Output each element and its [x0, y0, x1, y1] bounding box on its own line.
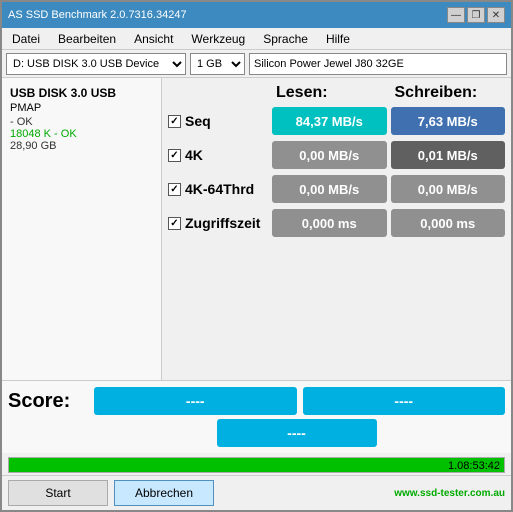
seq-read-value: 84,37 MB/s: [272, 107, 387, 135]
progress-bar-inner: [9, 458, 504, 472]
score-read-value: ----: [94, 387, 297, 415]
restore-button[interactable]: ❐: [467, 7, 485, 23]
menu-datei[interactable]: Datei: [8, 31, 44, 47]
score-total-row: ----: [8, 419, 505, 447]
score-label: Score:: [8, 390, 88, 413]
score-write-value: ----: [303, 387, 506, 415]
status-ok: - OK: [10, 116, 153, 128]
score-section: Score: ---- ---- ----: [2, 380, 511, 453]
title-bar: AS SSD Benchmark 2.0.7316.34247 — ❐ ✕: [2, 2, 511, 28]
menu-werkzeug[interactable]: Werkzeug: [187, 31, 249, 47]
menu-hilfe[interactable]: Hilfe: [322, 31, 354, 47]
results-panel: Lesen: Schreiben: ✓ Seq 84,37 MB/s 7,63 …: [162, 78, 511, 380]
size-select[interactable]: 1 GB: [190, 53, 245, 75]
4k-row: ✓ 4K 0,00 MB/s 0,01 MB/s: [168, 140, 505, 170]
device-label: Silicon Power Jewel J80 32GE: [249, 53, 507, 75]
window-controls: — ❐ ✕: [447, 7, 505, 23]
read-header: Lesen:: [272, 84, 387, 102]
close-button[interactable]: ✕: [487, 7, 505, 23]
seq-label: ✓ Seq: [168, 113, 268, 129]
4k-read-value: 0,00 MB/s: [272, 141, 387, 169]
access-label: ✓ Zugriffszeit: [168, 215, 268, 231]
score-row: Score: ---- ----: [8, 387, 505, 415]
header-spacer: [168, 84, 268, 102]
progress-time: 1.08:53:42: [448, 458, 500, 474]
access-read-value: 0,000 ms: [272, 209, 387, 237]
4k64-read-value: 0,00 MB/s: [272, 175, 387, 203]
results-header: Lesen: Schreiben:: [168, 84, 505, 102]
toolbar: D: USB DISK 3.0 USB Device 1 GB Silicon …: [2, 50, 511, 78]
seq-checkbox[interactable]: ✓: [168, 115, 181, 128]
pmap-label: PMAP: [10, 102, 153, 114]
minimize-button[interactable]: —: [447, 7, 465, 23]
4k-write-value: 0,01 MB/s: [391, 141, 506, 169]
bottom-buttons: Start Abbrechen: [8, 480, 214, 506]
progress-section: 1.08:53:42: [2, 453, 511, 475]
access-row: ✓ Zugriffszeit 0,000 ms 0,000 ms: [168, 208, 505, 238]
left-panel: USB DISK 3.0 USB PMAP - OK 18048 K - OK …: [2, 78, 162, 380]
write-header: Schreiben:: [391, 84, 506, 102]
drive-select[interactable]: D: USB DISK 3.0 USB Device: [6, 53, 186, 75]
watermark: www.ssd-tester.com.au: [394, 488, 505, 499]
cancel-button[interactable]: Abbrechen: [114, 480, 214, 506]
menu-bearbeiten[interactable]: Bearbeiten: [54, 31, 120, 47]
device-name: USB DISK 3.0 USB: [10, 86, 153, 100]
4k64-label: ✓ 4K-64Thrd: [168, 181, 268, 197]
4k64-row: ✓ 4K-64Thrd 0,00 MB/s 0,00 MB/s: [168, 174, 505, 204]
menu-sprache[interactable]: Sprache: [259, 31, 312, 47]
main-content: USB DISK 3.0 USB PMAP - OK 18048 K - OK …: [2, 78, 511, 380]
window-title: AS SSD Benchmark 2.0.7316.34247: [8, 9, 187, 21]
progress-bar-outer: 1.08:53:42: [8, 457, 505, 473]
4k64-write-value: 0,00 MB/s: [391, 175, 506, 203]
main-window: AS SSD Benchmark 2.0.7316.34247 — ❐ ✕ Da…: [0, 0, 513, 512]
start-button[interactable]: Start: [8, 480, 108, 506]
score-total-value: ----: [217, 419, 377, 447]
seq-row: ✓ Seq 84,37 MB/s 7,63 MB/s: [168, 106, 505, 136]
access-write-value: 0,000 ms: [391, 209, 506, 237]
disk-size: 28,90 GB: [10, 140, 153, 152]
4k64-checkbox[interactable]: ✓: [168, 183, 181, 196]
bottom-bar: Start Abbrechen www.ssd-tester.com.au: [2, 475, 511, 510]
menu-ansicht[interactable]: Ansicht: [130, 31, 177, 47]
4k-label: ✓ 4K: [168, 147, 268, 163]
status-ok-green: 18048 K - OK: [10, 128, 153, 140]
4k-checkbox[interactable]: ✓: [168, 149, 181, 162]
access-checkbox[interactable]: ✓: [168, 217, 181, 230]
seq-write-value: 7,63 MB/s: [391, 107, 506, 135]
menubar: Datei Bearbeiten Ansicht Werkzeug Sprach…: [2, 28, 511, 50]
